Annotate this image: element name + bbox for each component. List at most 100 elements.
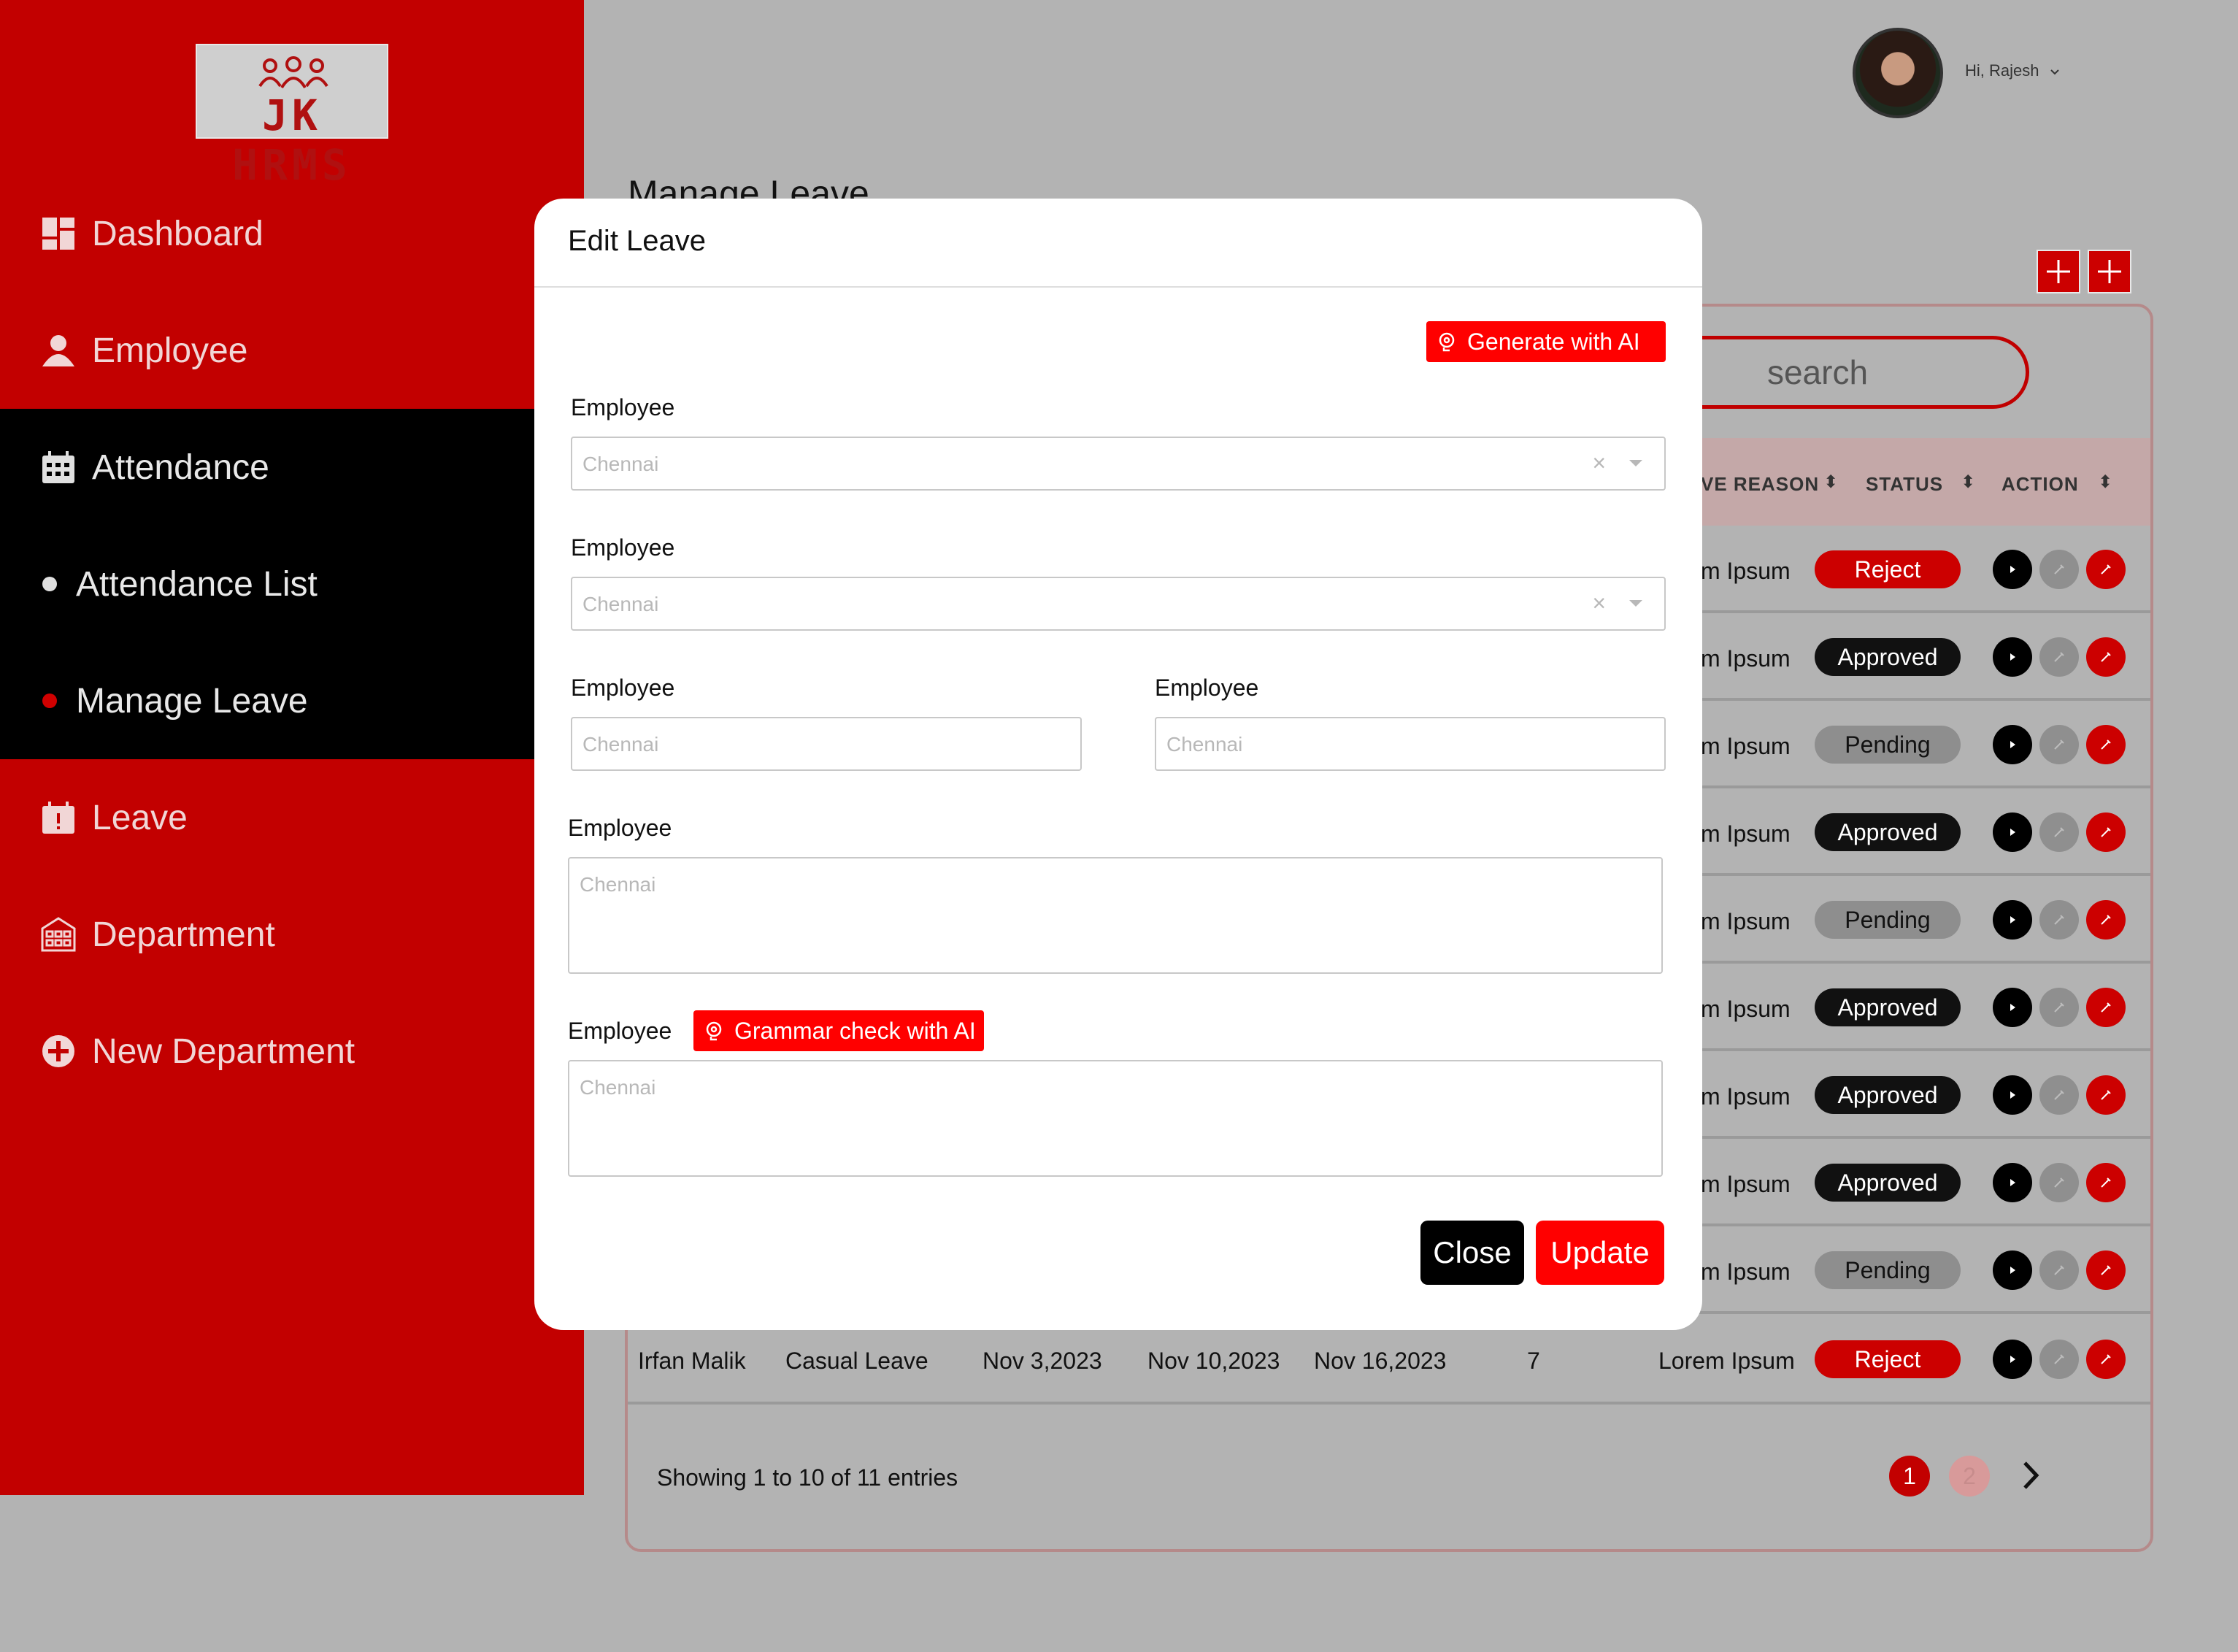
pencil-icon <box>2054 564 2064 575</box>
column-header-status[interactable]: STATUS <box>1866 473 1943 496</box>
sidebar-item-employee[interactable]: Employee <box>0 292 584 409</box>
add-secondary-button[interactable] <box>2088 250 2131 293</box>
delete-button[interactable] <box>2086 1163 2126 1202</box>
employee-textarea-2[interactable]: Chennai <box>568 1060 1663 1177</box>
grammar-check-ai-button[interactable]: Grammar check with AI <box>693 1010 984 1051</box>
generate-with-ai-button[interactable]: Generate with AI <box>1426 321 1666 362</box>
select-placeholder: Chennai <box>582 453 659 475</box>
employee-select[interactable]: Chennai × <box>571 437 1666 491</box>
pencil-icon <box>2101 1002 2111 1013</box>
user-greeting: Hi, Rajesh <box>1965 61 2039 80</box>
sidebar-subitem-attendance-list[interactable]: Attendance List <box>0 526 584 642</box>
sort-icon[interactable]: ⬍ <box>1961 472 1975 493</box>
pencil-icon <box>2054 1002 2064 1013</box>
status-badge: Approved <box>1815 1164 1961 1202</box>
delete-button[interactable] <box>2086 550 2126 589</box>
play-icon <box>2010 653 2015 661</box>
sidebar-item-label: Attendance <box>92 447 269 487</box>
update-button[interactable]: Update <box>1536 1221 1664 1285</box>
avatar[interactable] <box>1853 28 1943 118</box>
sidebar-item-department[interactable]: Department <box>0 876 584 993</box>
cell-days: 7 <box>1527 1348 1540 1374</box>
sidebar-item-dashboard[interactable]: Dashboard <box>0 175 584 292</box>
add-button[interactable] <box>2037 250 2080 293</box>
sidebar-item-label: Dashboard <box>92 214 264 253</box>
delete-button[interactable] <box>2086 1250 2126 1290</box>
delete-button[interactable] <box>2086 988 2126 1027</box>
edit-button[interactable] <box>2039 637 2079 677</box>
sidebar-item-label: Department <box>92 915 275 954</box>
grammar-ai-label: Grammar check with AI <box>734 1017 976 1044</box>
pencil-icon <box>2054 1354 2064 1364</box>
delete-button[interactable] <box>2086 812 2126 852</box>
field-label: Employee <box>571 394 675 420</box>
view-button[interactable] <box>1993 725 2032 764</box>
view-button[interactable] <box>1993 812 2032 852</box>
pencil-icon <box>2101 1090 2111 1100</box>
clear-icon[interactable]: × <box>1592 450 1606 477</box>
close-button[interactable]: Close <box>1420 1221 1524 1285</box>
edit-button[interactable] <box>2039 1250 2079 1290</box>
pencil-icon <box>2054 1177 2064 1188</box>
delete-button[interactable] <box>2086 1340 2126 1379</box>
play-icon <box>2010 1267 2015 1274</box>
sort-icon[interactable]: ⬍ <box>2098 472 2112 493</box>
sort-icon[interactable]: ⬍ <box>1823 472 1838 493</box>
view-button[interactable] <box>1993 1340 2032 1379</box>
sidebar-item-attendance[interactable]: Attendance <box>0 409 584 526</box>
view-button[interactable] <box>1993 1163 2032 1202</box>
plus-circle-icon <box>39 1032 77 1070</box>
ai-brain-icon <box>1439 332 1455 352</box>
delete-button[interactable] <box>2086 637 2126 677</box>
employee-select-2[interactable]: Chennai × <box>571 577 1666 631</box>
edit-button[interactable] <box>2039 1075 2079 1115</box>
view-button[interactable] <box>1993 988 2032 1027</box>
chevron-right-icon[interactable] <box>2016 1457 2045 1494</box>
edit-button[interactable] <box>2039 725 2079 764</box>
caret-down-icon[interactable] <box>1629 600 1642 607</box>
view-button[interactable] <box>1993 900 2032 940</box>
edit-button[interactable] <box>2039 550 2079 589</box>
view-button[interactable] <box>1993 550 2032 589</box>
edit-button[interactable] <box>2039 900 2079 940</box>
play-icon <box>2010 1091 2015 1099</box>
sidebar-item-new-department[interactable]: New Department <box>0 993 584 1110</box>
delete-button[interactable] <box>2086 1075 2126 1115</box>
user-menu[interactable]: Hi, Rajesh <box>1965 61 2060 80</box>
edit-button[interactable] <box>2039 1163 2079 1202</box>
cell-to-date: Nov 16,2023 <box>1314 1348 1447 1374</box>
pencil-icon <box>2054 827 2064 837</box>
user-icon <box>39 331 77 369</box>
view-button[interactable] <box>1993 637 2032 677</box>
employee-textarea[interactable]: Chennai <box>568 857 1663 974</box>
cell-name: Irfan Malik <box>638 1348 746 1374</box>
edit-button[interactable] <box>2039 812 2079 852</box>
play-icon <box>2010 1356 2015 1363</box>
ai-brain-icon <box>706 1021 722 1041</box>
caret-down-icon[interactable] <box>1629 460 1642 466</box>
page-button-1[interactable]: 1 <box>1889 1456 1930 1497</box>
sidebar-item-leave[interactable]: Leave <box>0 759 584 876</box>
column-header-reason[interactable]: VE REASON <box>1701 473 1819 496</box>
column-header-action[interactable]: ACTION <box>2001 473 2079 496</box>
pencil-icon <box>2101 1265 2111 1275</box>
edit-button[interactable] <box>2039 988 2079 1027</box>
edit-button[interactable] <box>2039 1340 2079 1379</box>
clear-icon[interactable]: × <box>1592 590 1606 617</box>
page-button-2[interactable]: 2 <box>1949 1456 1990 1497</box>
status-badge: Approved <box>1815 1076 1961 1114</box>
play-icon <box>2010 1004 2015 1011</box>
cell-reason: m Ipsum <box>1701 1083 1791 1110</box>
view-button[interactable] <box>1993 1250 2032 1290</box>
sidebar-item-label: Leave <box>92 798 188 837</box>
textarea-placeholder: Chennai <box>580 873 656 896</box>
employee-input-left[interactable]: Chennai <box>571 717 1082 771</box>
cell-from-date: Nov 10,2023 <box>1147 1348 1280 1374</box>
modal-title: Edit Leave <box>568 225 707 257</box>
sidebar-subitem-manage-leave[interactable]: Manage Leave <box>0 642 584 759</box>
view-button[interactable] <box>1993 1075 2032 1115</box>
employee-input-right[interactable]: Chennai <box>1155 717 1666 771</box>
cell-reason: m Ipsum <box>1701 908 1791 934</box>
delete-button[interactable] <box>2086 725 2126 764</box>
delete-button[interactable] <box>2086 900 2126 940</box>
